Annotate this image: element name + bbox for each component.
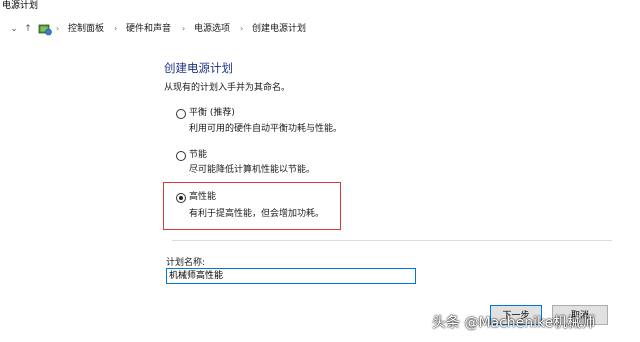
instruction-text: 从现有的计划入手并为其命名。 [164, 83, 291, 93]
chevron-down-icon[interactable]: ⌄ [8, 22, 20, 36]
page-title: 创建电源计划 [164, 61, 233, 75]
radio-high-performance[interactable] [176, 193, 186, 203]
up-arrow-icon[interactable]: ↑ [22, 22, 34, 36]
divider [172, 240, 612, 241]
chevron-right-icon: › [182, 24, 186, 33]
option-description-high-performance: 有利于提高性能，但会增加功耗。 [189, 209, 325, 219]
chevron-right-icon: › [240, 24, 244, 33]
option-label-power-saver[interactable]: 节能 [189, 149, 207, 161]
breadcrumb-hardware-sound[interactable]: 硬件和声音 [126, 22, 171, 36]
watermark: 头条 @Machenike机械师 [432, 315, 596, 331]
radio-selected-dot [179, 196, 183, 200]
selection-highlight [163, 182, 341, 230]
radio-power-saver[interactable] [176, 151, 186, 161]
plan-name-input[interactable]: 机械师高性能 [166, 268, 416, 284]
window-title: 电源计划 [2, 1, 39, 11]
chevron-right-icon: › [56, 24, 60, 33]
address-bar: ⌄ ↑ › 控制面板 › 硬件和声音 › 电源选项 › 创建电源计划 [0, 18, 640, 40]
breadcrumb-control-panel[interactable]: 控制面板 [68, 22, 104, 36]
title-bar: 电源计划 [0, 0, 640, 14]
option-description-power-saver: 尽可能降低计算机性能以节能。 [189, 165, 316, 175]
option-description-balanced: 利用可用的硬件自动平衡功耗与性能。 [189, 124, 343, 134]
option-label-balanced[interactable]: 平衡 (推荐) [189, 107, 235, 119]
radio-balanced[interactable] [176, 109, 186, 119]
control-panel-icon [38, 24, 52, 36]
breadcrumb-create-plan[interactable]: 创建电源计划 [252, 22, 306, 36]
option-label-high-performance[interactable]: 高性能 [189, 191, 216, 203]
chevron-right-icon: › [114, 24, 118, 33]
breadcrumb-power-options[interactable]: 电源选项 [194, 22, 230, 36]
